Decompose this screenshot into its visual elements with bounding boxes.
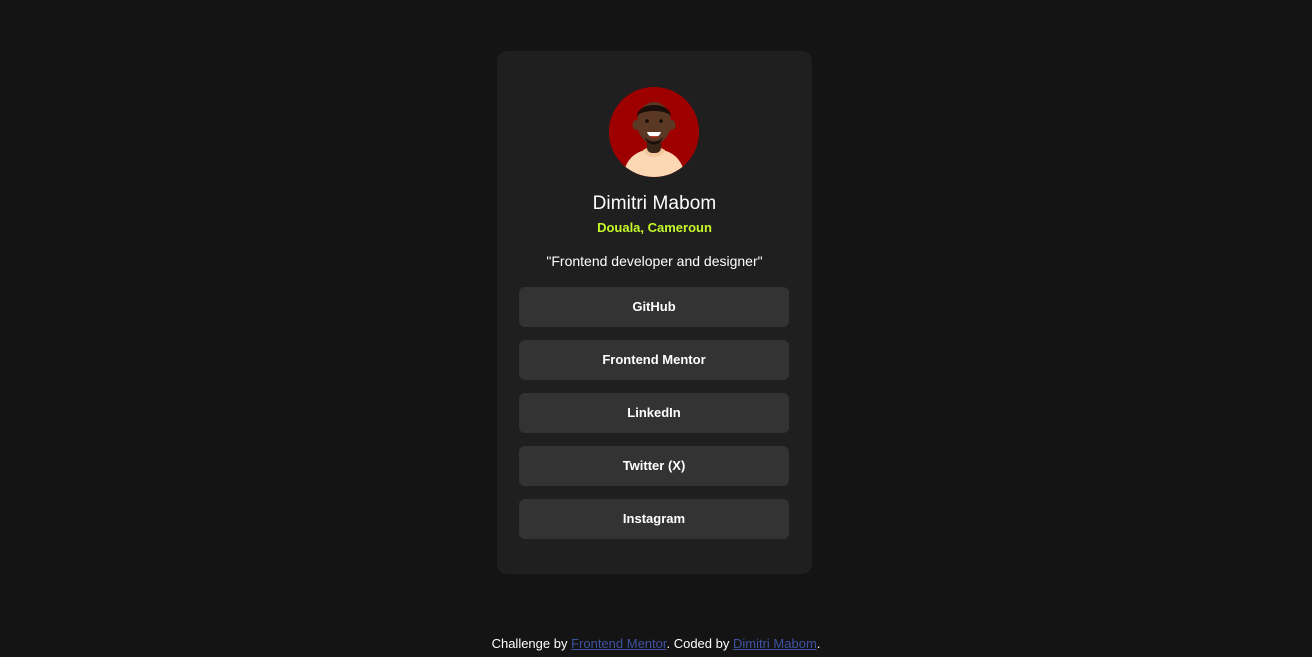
- github-link-button[interactable]: GitHub: [519, 287, 789, 327]
- footer-suffix: .: [816, 636, 821, 651]
- list-item: LinkedIn: [519, 393, 789, 433]
- instagram-link-button[interactable]: Instagram: [519, 499, 789, 539]
- avatar-illustration: [609, 87, 699, 177]
- footer-middle: . Coded by: [666, 636, 730, 651]
- profile-name: Dimitri Mabom: [592, 193, 717, 214]
- attribution-footer: Challenge by Frontend Mentor. Coded by D…: [0, 636, 1312, 651]
- list-item: GitHub: [519, 287, 789, 327]
- profile-bio: "Frontend developer and designer": [546, 253, 763, 269]
- list-item: Instagram: [519, 499, 789, 539]
- avatar: [609, 87, 699, 177]
- page: Dimitri Mabom Douala, Cameroun "Frontend…: [0, 0, 1312, 657]
- twitter-link-button[interactable]: Twitter (X): [519, 446, 789, 486]
- footer-frontend-mentor-link[interactable]: Frontend Mentor: [571, 636, 666, 651]
- list-item: Twitter (X): [519, 446, 789, 486]
- frontend-mentor-link-button[interactable]: Frontend Mentor: [519, 340, 789, 380]
- profile-card: Dimitri Mabom Douala, Cameroun "Frontend…: [497, 51, 812, 574]
- linkedin-link-button[interactable]: LinkedIn: [519, 393, 789, 433]
- list-item: Frontend Mentor: [519, 340, 789, 380]
- footer-author-link[interactable]: Dimitri Mabom: [733, 636, 817, 651]
- profile-location: Douala, Cameroun: [597, 220, 712, 235]
- social-links-list: GitHub Frontend Mentor LinkedIn Twitter …: [519, 287, 789, 552]
- footer-prefix: Challenge by: [491, 636, 568, 651]
